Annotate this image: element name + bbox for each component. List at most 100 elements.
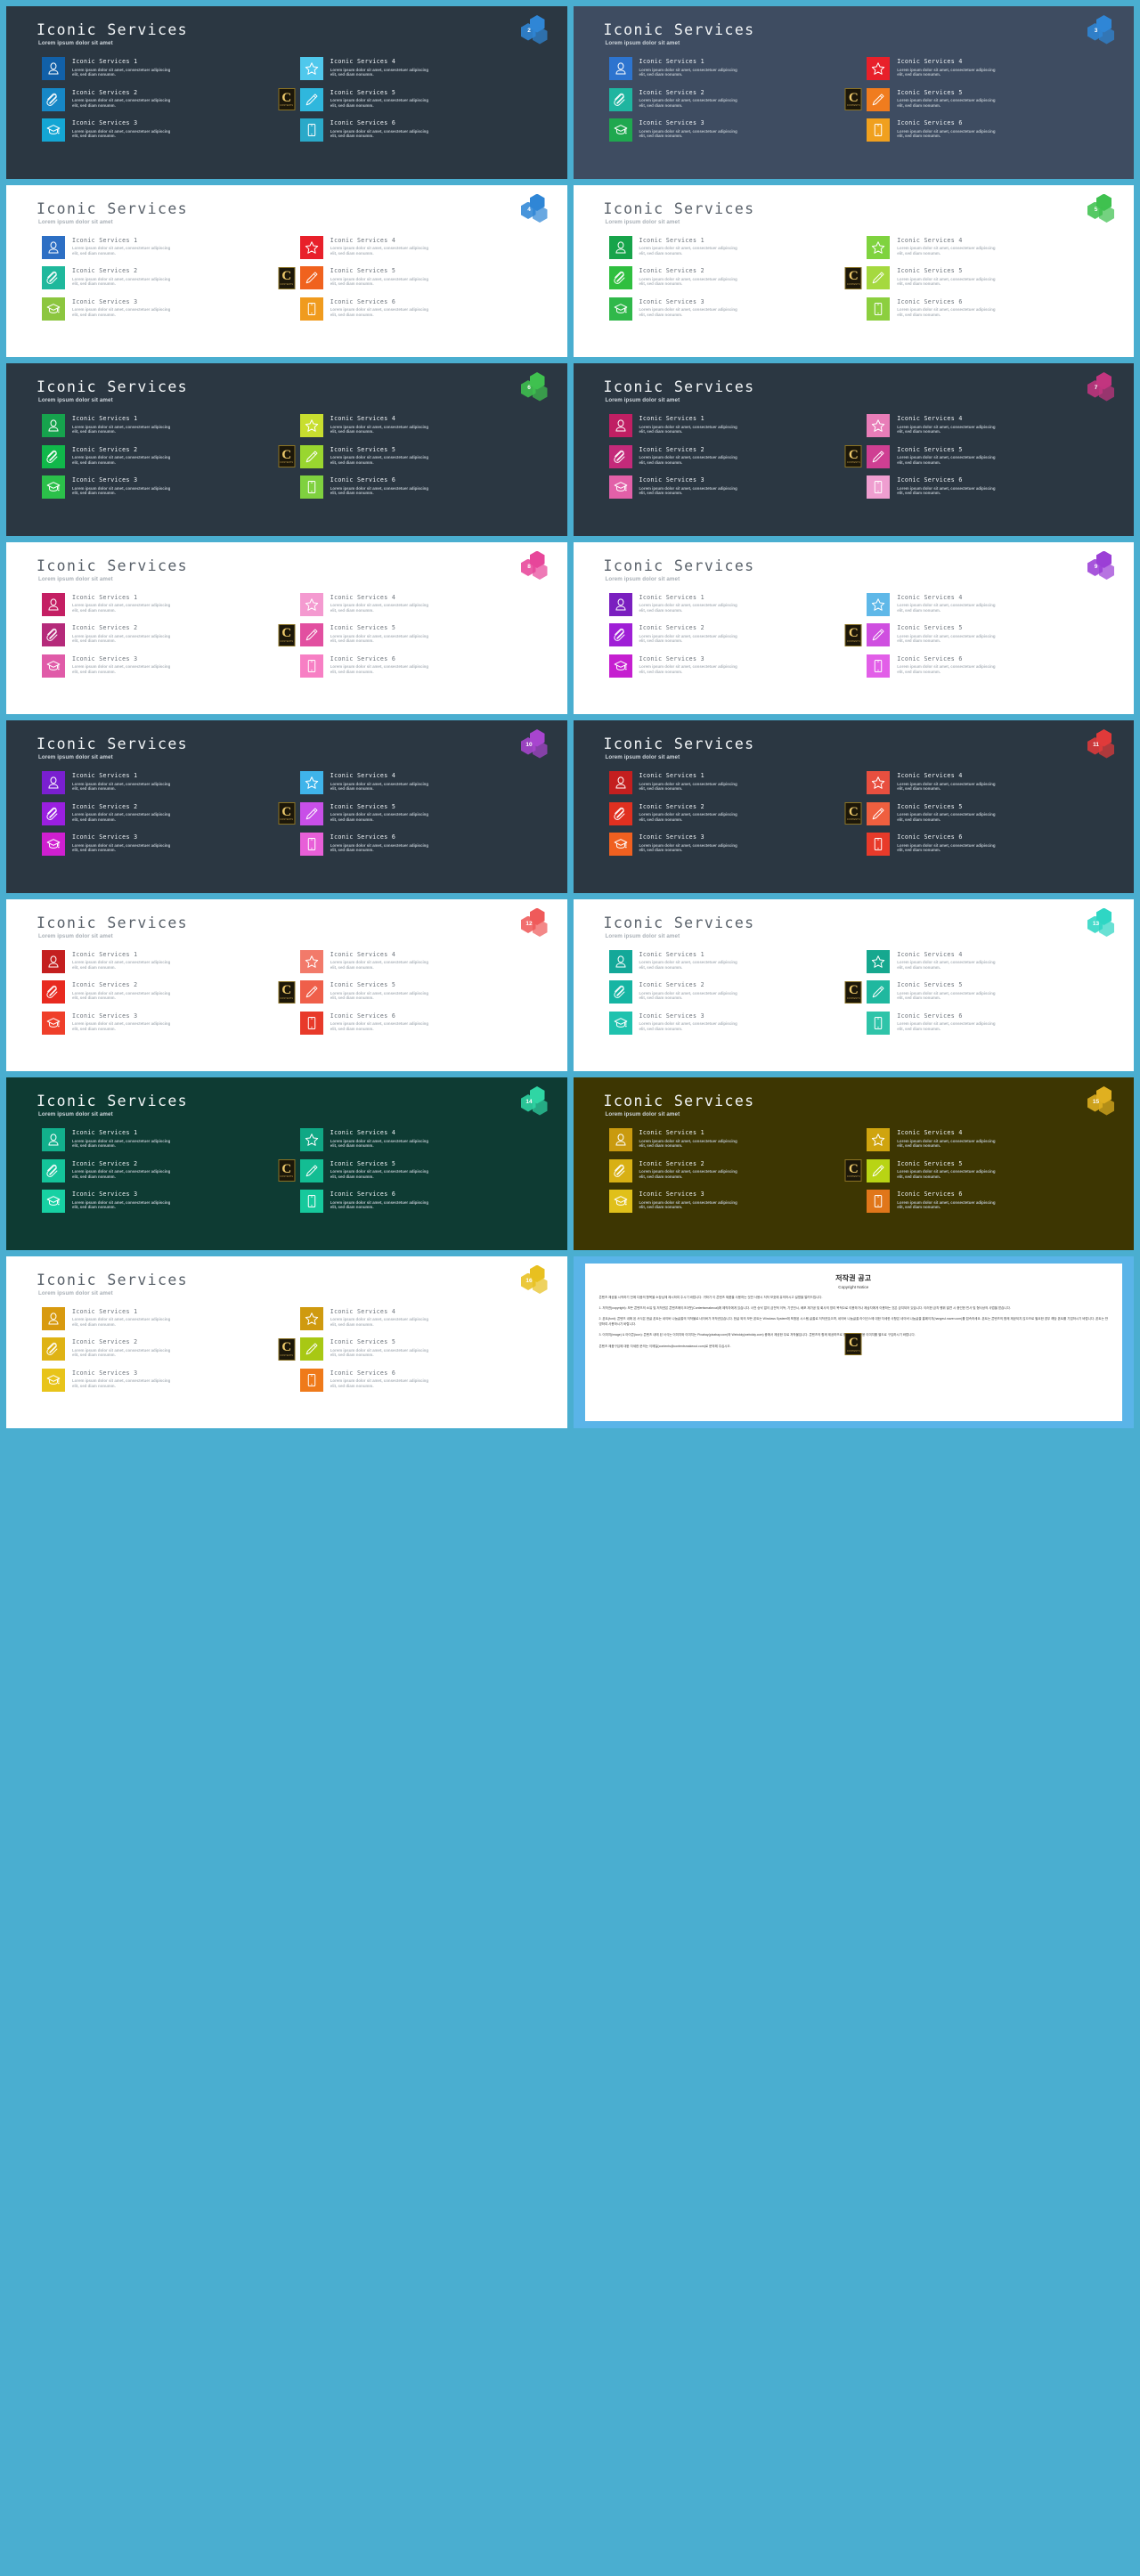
service-item[interactable]: Iconic Services 5 Lorem ipsum dolor sit a… [299, 980, 548, 1004]
service-item[interactable]: Iconic Services 3 Lorem ipsum dolor sit a… [608, 654, 857, 678]
service-item[interactable]: Iconic Services 2 Lorem ipsum dolor sit a… [42, 87, 289, 111]
service-item[interactable]: Iconic Services 1 Lorem ipsum dolor sit a… [608, 414, 857, 437]
service-item[interactable]: Iconic Services 5 Lorem ipsum dolor sit a… [867, 801, 1114, 825]
service-icon-tile[interactable] [867, 623, 891, 646]
service-icon-tile[interactable] [867, 801, 891, 825]
service-item[interactable]: Iconic Services 1 Lorem ipsum dolor sit a… [42, 414, 289, 437]
service-item[interactable]: Iconic Services 5 Lorem ipsum dolor sit a… [867, 87, 1114, 111]
service-item[interactable]: Iconic Services 2 Lorem ipsum dolor sit a… [608, 266, 857, 289]
service-icon-tile[interactable] [299, 1158, 323, 1182]
service-icon-tile[interactable] [608, 475, 632, 499]
service-item[interactable]: Iconic Services 4 Lorem ipsum dolor sit a… [867, 592, 1114, 616]
service-item[interactable]: Iconic Services 4 Lorem ipsum dolor sit a… [867, 235, 1114, 259]
service-item[interactable]: Iconic Services 3 Lorem ipsum dolor sit a… [42, 1011, 289, 1035]
service-item[interactable]: Iconic Services 6 Lorem ipsum dolor sit a… [299, 1011, 548, 1035]
service-icon-tile[interactable] [608, 57, 632, 80]
service-item[interactable]: Iconic Services 4 Lorem ipsum dolor sit a… [299, 1306, 548, 1330]
service-item[interactable]: Iconic Services 3 Lorem ipsum dolor sit a… [608, 297, 857, 321]
service-icon-tile[interactable] [42, 1158, 65, 1182]
service-item[interactable]: Iconic Services 5 Lorem ipsum dolor sit a… [867, 980, 1114, 1004]
service-item[interactable]: Iconic Services 6 Lorem ipsum dolor sit a… [867, 1011, 1114, 1035]
service-item[interactable]: Iconic Services 4 Lorem ipsum dolor sit a… [867, 771, 1114, 794]
service-icon-tile[interactable] [867, 266, 891, 289]
service-icon-tile[interactable] [42, 833, 65, 856]
service-icon-tile[interactable] [608, 118, 632, 142]
service-icon-tile[interactable] [299, 414, 323, 437]
service-icon-tile[interactable] [867, 87, 891, 111]
service-icon-tile[interactable] [42, 414, 65, 437]
service-item[interactable]: Iconic Services 3 Lorem ipsum dolor sit a… [608, 1190, 857, 1213]
service-icon-tile[interactable] [42, 980, 65, 1004]
service-item[interactable]: Iconic Services 2 Lorem ipsum dolor sit a… [42, 266, 289, 289]
slide-thumbnail[interactable]: Iconic Services Lorem ipsum dolor sit ame… [6, 184, 567, 357]
service-item[interactable]: Iconic Services 4 Lorem ipsum dolor sit a… [299, 1128, 548, 1151]
slide-thumbnail[interactable]: Iconic Services Lorem ipsum dolor sit ame… [573, 184, 1134, 357]
service-item[interactable]: Iconic Services 3 Lorem ipsum dolor sit a… [42, 297, 289, 321]
service-icon-tile[interactable] [608, 654, 632, 678]
service-icon-tile[interactable] [867, 980, 891, 1004]
service-icon-tile[interactable] [299, 1368, 323, 1392]
service-item[interactable]: Iconic Services 1 Lorem ipsum dolor sit a… [608, 592, 857, 616]
service-icon-tile[interactable] [608, 1128, 632, 1151]
service-icon-tile[interactable] [299, 771, 323, 794]
service-icon-tile[interactable] [608, 414, 632, 437]
service-item[interactable]: Iconic Services 6 Lorem ipsum dolor sit a… [867, 118, 1114, 142]
service-item[interactable]: Iconic Services 4 Lorem ipsum dolor sit a… [299, 592, 548, 616]
service-item[interactable]: Iconic Services 5 Lorem ipsum dolor sit a… [299, 1158, 548, 1182]
service-icon-tile[interactable] [299, 118, 323, 142]
service-icon-tile[interactable] [299, 475, 323, 499]
slide-thumbnail[interactable]: Iconic Services Lorem ipsum dolor sit ame… [573, 720, 1134, 893]
slide-thumbnail[interactable]: Iconic Services Lorem ipsum dolor sit ame… [573, 363, 1134, 536]
service-icon-tile[interactable] [299, 87, 323, 111]
service-item[interactable]: Iconic Services 6 Lorem ipsum dolor sit a… [299, 1190, 548, 1213]
service-icon-tile[interactable] [608, 801, 632, 825]
slide-thumbnail[interactable]: Iconic Services Lorem ipsum dolor sit ame… [6, 363, 567, 536]
service-item[interactable]: Iconic Services 3 Lorem ipsum dolor sit a… [42, 1190, 289, 1213]
service-icon-tile[interactable] [867, 297, 891, 321]
service-item[interactable]: Iconic Services 6 Lorem ipsum dolor sit a… [299, 1368, 548, 1392]
slide-thumbnail[interactable]: Iconic Services Lorem ipsum dolor sit ame… [6, 1255, 567, 1428]
slide-thumbnail[interactable]: Iconic Services Lorem ipsum dolor sit ame… [573, 1077, 1134, 1250]
service-icon-tile[interactable] [608, 1158, 632, 1182]
service-icon-tile[interactable] [867, 771, 891, 794]
service-item[interactable]: Iconic Services 6 Lorem ipsum dolor sit a… [299, 654, 548, 678]
service-item[interactable]: Iconic Services 4 Lorem ipsum dolor sit a… [867, 414, 1114, 437]
service-icon-tile[interactable] [42, 1337, 65, 1361]
service-item[interactable]: Iconic Services 5 Lorem ipsum dolor sit a… [299, 623, 548, 646]
service-item[interactable]: Iconic Services 4 Lorem ipsum dolor sit a… [299, 57, 548, 80]
service-icon-tile[interactable] [42, 235, 65, 259]
service-icon-tile[interactable] [299, 297, 323, 321]
service-icon-tile[interactable] [608, 1190, 632, 1213]
service-item[interactable]: Iconic Services 2 Lorem ipsum dolor sit a… [42, 1337, 289, 1361]
service-item[interactable]: Iconic Services 2 Lorem ipsum dolor sit a… [42, 444, 289, 468]
service-icon-tile[interactable] [42, 1190, 65, 1213]
service-icon-tile[interactable] [867, 1128, 891, 1151]
service-item[interactable]: Iconic Services 6 Lorem ipsum dolor sit a… [299, 118, 548, 142]
service-icon-tile[interactable] [42, 1011, 65, 1035]
service-item[interactable]: Iconic Services 5 Lorem ipsum dolor sit a… [299, 444, 548, 468]
service-icon-tile[interactable] [299, 949, 323, 973]
service-icon-tile[interactable] [608, 87, 632, 111]
service-icon-tile[interactable] [299, 235, 323, 259]
service-item[interactable]: Iconic Services 3 Lorem ipsum dolor sit a… [42, 118, 289, 142]
service-icon-tile[interactable] [867, 1011, 891, 1035]
service-icon-tile[interactable] [42, 118, 65, 142]
service-item[interactable]: Iconic Services 3 Lorem ipsum dolor sit a… [608, 833, 857, 856]
service-item[interactable]: Iconic Services 6 Lorem ipsum dolor sit a… [299, 833, 548, 856]
service-item[interactable]: Iconic Services 3 Lorem ipsum dolor sit a… [42, 654, 289, 678]
service-item[interactable]: Iconic Services 4 Lorem ipsum dolor sit a… [299, 235, 548, 259]
service-icon-tile[interactable] [608, 592, 632, 616]
service-icon-tile[interactable] [299, 654, 323, 678]
service-icon-tile[interactable] [867, 592, 891, 616]
service-item[interactable]: Iconic Services 6 Lorem ipsum dolor sit a… [867, 654, 1114, 678]
service-item[interactable]: Iconic Services 4 Lorem ipsum dolor sit a… [867, 1128, 1114, 1151]
service-icon-tile[interactable] [299, 1190, 323, 1213]
service-item[interactable]: Iconic Services 6 Lorem ipsum dolor sit a… [299, 297, 548, 321]
service-icon-tile[interactable] [299, 801, 323, 825]
service-icon-tile[interactable] [867, 118, 891, 142]
service-item[interactable]: Iconic Services 5 Lorem ipsum dolor sit a… [299, 87, 548, 111]
service-item[interactable]: Iconic Services 3 Lorem ipsum dolor sit a… [608, 475, 857, 499]
service-icon-tile[interactable] [299, 980, 323, 1004]
service-icon-tile[interactable] [42, 1128, 65, 1151]
slide-thumbnail[interactable]: Iconic Services Lorem ipsum dolor sit ame… [573, 898, 1134, 1071]
